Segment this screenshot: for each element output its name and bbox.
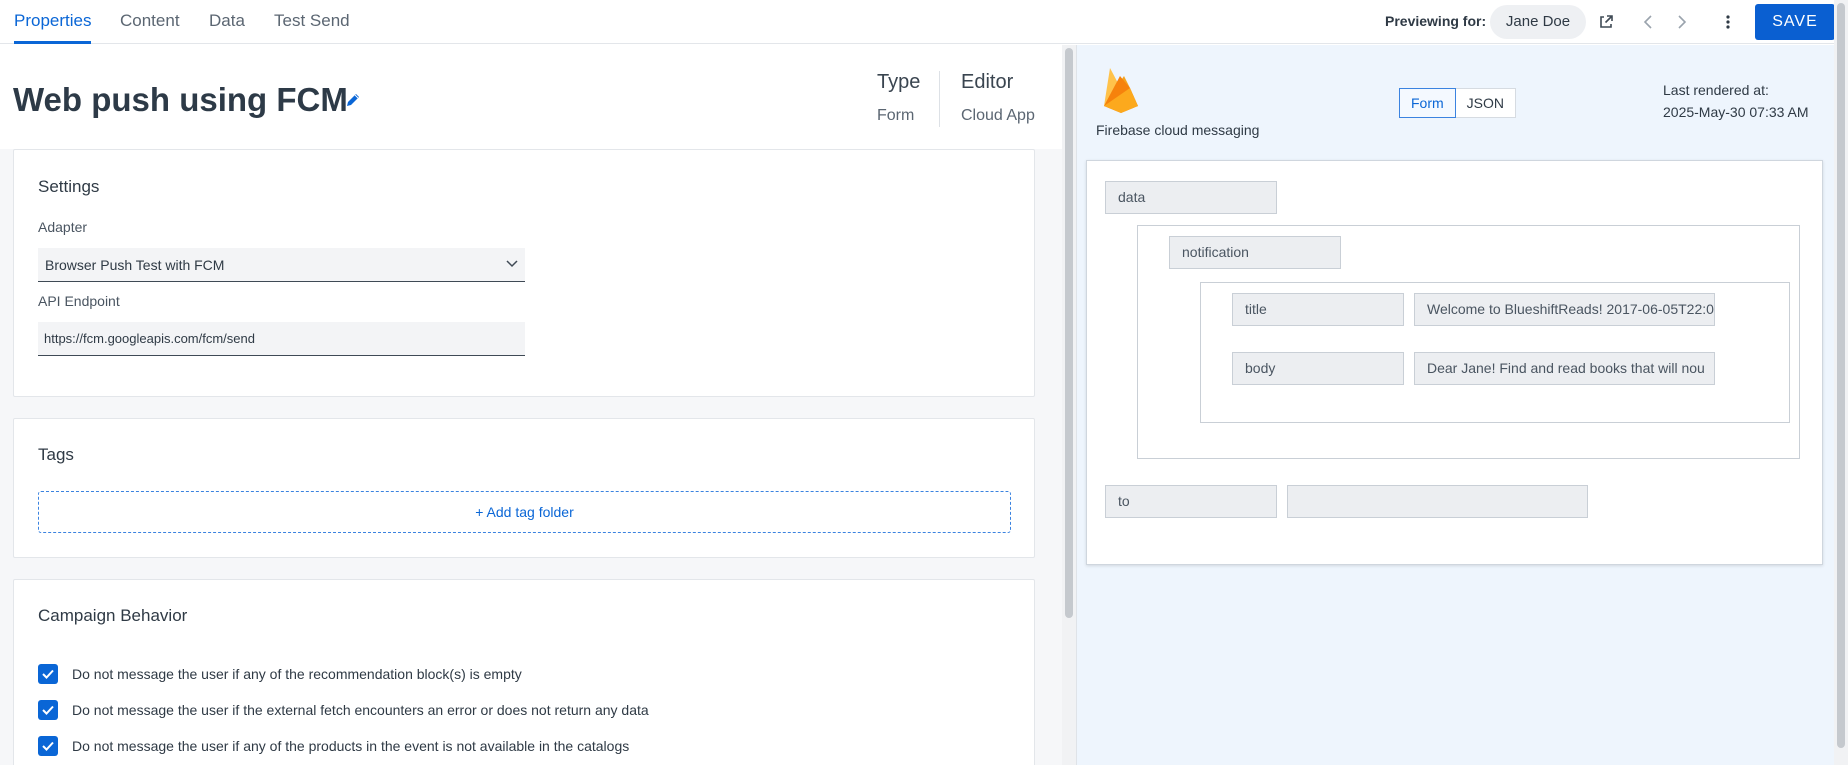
left-scroll-thumb[interactable] <box>1065 48 1073 618</box>
notification-object-box: title Welcome to BlueshiftReads! 2017-06… <box>1200 282 1790 423</box>
endpoint-input[interactable]: https://fcm.googleapis.com/fcm/send <box>38 322 525 356</box>
template-header: Web push using FCM Type Form Editor Clou… <box>0 45 1062 149</box>
checkbox-checked-icon[interactable] <box>38 736 58 756</box>
payload-key-notification: notification <box>1169 236 1341 269</box>
preview-pane: Firebase cloud messaging Form JSON Last … <box>1077 45 1834 765</box>
form-view-button[interactable]: Form <box>1399 88 1456 118</box>
adapter-select[interactable]: Browser Push Test with FCM <box>38 248 525 282</box>
payload-key-data: data <box>1105 181 1277 214</box>
tab-content[interactable]: Content <box>120 0 180 44</box>
edit-pencil-icon[interactable] <box>342 89 364 111</box>
checkbox-checked-icon[interactable] <box>38 664 58 684</box>
previewing-label: Previewing for: <box>1385 13 1487 29</box>
data-object-box: notification title Welcome to BlueshiftR… <box>1137 225 1800 459</box>
editor-value: Cloud App <box>961 107 1035 124</box>
chevron-left-icon[interactable] <box>1638 12 1658 32</box>
payload-title-value[interactable]: Welcome to BlueshiftReads! 2017-06-05T22… <box>1414 293 1715 326</box>
checkbox-checked-icon[interactable] <box>38 700 58 720</box>
behavior-option-label: Do not message the user if any of the re… <box>72 666 522 682</box>
add-tag-folder-button[interactable]: + Add tag folder <box>38 491 1011 533</box>
behavior-option[interactable]: Do not message the user if any of the pr… <box>38 736 629 756</box>
chevron-down-icon <box>505 256 519 273</box>
save-button[interactable]: SAVE <box>1755 4 1835 40</box>
properties-pane: Web push using FCM Type Form Editor Clou… <box>0 45 1062 765</box>
tab-test-send[interactable]: Test Send <box>274 0 350 44</box>
settings-card: Settings Adapter Browser Push Test with … <box>13 149 1035 397</box>
firebase-logo-icon <box>1101 65 1141 115</box>
settings-title: Settings <box>38 177 100 196</box>
chevron-right-icon[interactable] <box>1672 12 1692 32</box>
type-value: Form <box>877 107 915 124</box>
payload-form: data notification title Welcome to Blues… <box>1086 160 1823 565</box>
editor-label: Editor <box>961 71 1014 93</box>
last-rendered-value: 2025-May-30 07:33 AM <box>1663 104 1809 120</box>
provider-name: Firebase cloud messaging <box>1096 122 1260 138</box>
campaign-behavior-title: Campaign Behavior <box>38 606 188 625</box>
left-scrollbar[interactable] <box>1062 45 1076 765</box>
adapter-value: Browser Push Test with FCM <box>45 257 225 273</box>
campaign-behavior-card: Campaign Behavior Do not message the use… <box>13 579 1035 765</box>
view-mode-toggle[interactable]: Form JSON <box>1399 88 1517 118</box>
top-bar: Properties Content Data Test Send Previe… <box>0 0 1848 44</box>
payload-key-body: body <box>1232 352 1404 385</box>
behavior-option-label: Do not message the user if any of the pr… <box>72 738 630 754</box>
payload-key-title: title <box>1232 293 1404 326</box>
page-title: Web push using FCM <box>13 81 348 118</box>
adapter-label: Adapter <box>38 219 88 235</box>
last-rendered-label: Last rendered at: <box>1663 82 1769 98</box>
meta-divider <box>939 71 940 127</box>
behavior-option[interactable]: Do not message the user if the external … <box>38 700 649 720</box>
more-vertical-icon[interactable] <box>1718 12 1738 32</box>
payload-key-to: to <box>1105 485 1277 518</box>
tags-card: Tags + Add tag folder <box>13 418 1035 558</box>
page-scroll-thumb[interactable] <box>1837 3 1845 748</box>
page-scrollbar[interactable] <box>1834 0 1848 765</box>
behavior-option[interactable]: Do not message the user if any of the re… <box>38 664 522 684</box>
tab-data[interactable]: Data <box>209 0 245 44</box>
preview-user-selector[interactable]: Jane Doe <box>1490 5 1586 39</box>
payload-to-value[interactable] <box>1287 485 1588 518</box>
json-view-button[interactable]: JSON <box>1455 88 1517 118</box>
tab-properties[interactable]: Properties <box>14 0 92 44</box>
type-label: Type <box>877 71 921 93</box>
endpoint-label: API Endpoint <box>38 293 120 309</box>
tags-title: Tags <box>38 445 74 464</box>
behavior-option-label: Do not message the user if the external … <box>72 702 649 718</box>
payload-body-value[interactable]: Dear Jane! Find and read books that will… <box>1414 352 1715 385</box>
external-link-icon[interactable] <box>1596 12 1616 32</box>
